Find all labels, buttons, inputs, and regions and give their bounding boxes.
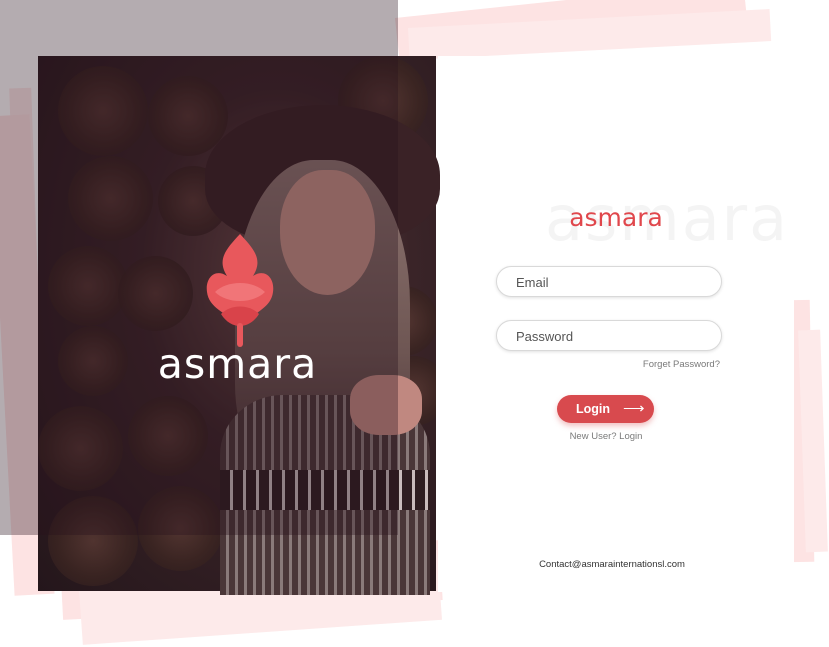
flame-leaf-icon [206, 234, 274, 347]
password-field[interactable] [496, 320, 722, 351]
forgot-password-link[interactable]: Forget Password? [600, 359, 720, 370]
login-button[interactable]: Login ⟶ [557, 395, 654, 423]
contact-email-link[interactable]: Contact@asmarainternationsl.com [512, 559, 712, 570]
new-user-link[interactable]: New User? Login [556, 431, 656, 442]
hero-logo-text: asmara [157, 340, 318, 388]
email-field[interactable] [496, 266, 722, 297]
arrow-right-icon: ⟶ [623, 400, 645, 417]
brand-logo: asmara [569, 203, 663, 232]
email-input[interactable] [514, 267, 708, 297]
password-input[interactable] [514, 321, 708, 351]
login-button-label: Login [576, 402, 611, 416]
